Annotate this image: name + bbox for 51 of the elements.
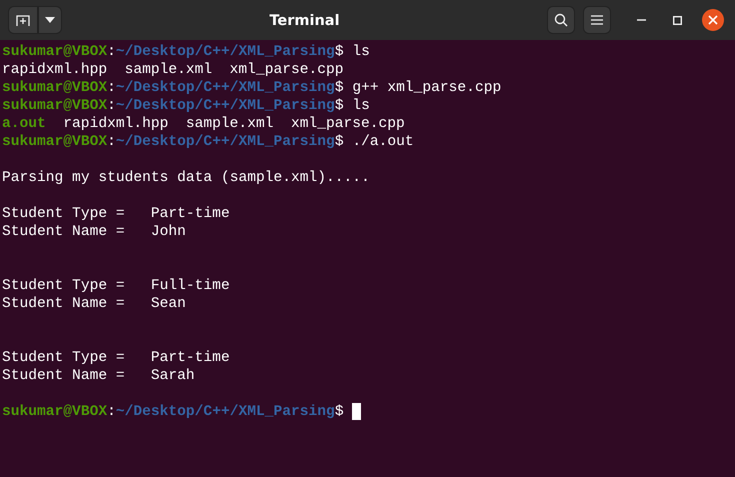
search-icon — [554, 13, 568, 27]
output-text: Student Name = John — [2, 224, 186, 240]
prompt-path: ~/Desktop/C++/XML_Parsing — [116, 404, 335, 420]
prompt-sign: $ — [334, 44, 344, 60]
prompt-separator: : — [107, 80, 116, 96]
output-text: Student Type = Part-time — [2, 350, 230, 366]
file-name: rapidxml.hpp — [2, 62, 108, 78]
command-text: ls — [351, 98, 370, 114]
prompt-path: ~/Desktop/C++/XML_Parsing — [116, 44, 335, 60]
new-tab-button[interactable] — [8, 6, 38, 34]
menu-icon — [591, 15, 603, 25]
window-title: Terminal — [269, 12, 340, 29]
minimize-icon — [636, 19, 646, 21]
caret-icon — [45, 17, 55, 23]
prompt-user: sukumar@VBOX — [2, 80, 108, 96]
prompt-separator: : — [107, 98, 116, 114]
output-text: Student Name = Sean — [2, 296, 186, 312]
prompt-user: sukumar@VBOX — [2, 44, 108, 60]
close-button[interactable] — [699, 6, 727, 34]
output-text: Student Name = Sarah — [2, 368, 195, 384]
close-icon — [702, 9, 724, 31]
output-text: Student Type = Part-time — [2, 206, 230, 222]
file-name: sample.xml — [186, 116, 274, 132]
prompt-separator: : — [107, 134, 116, 150]
prompt-sign: $ — [334, 404, 344, 420]
new-tab-icon — [16, 13, 30, 27]
prompt-separator: : — [107, 44, 116, 60]
file-name: sample.xml — [124, 62, 212, 78]
command-text: ls — [351, 44, 370, 60]
search-button[interactable] — [547, 6, 575, 34]
prompt-user: sukumar@VBOX — [2, 134, 108, 150]
file-name: xml_parse.cpp — [290, 116, 405, 132]
prompt-sign: $ — [334, 98, 344, 114]
prompt-separator: : — [107, 404, 116, 420]
prompt-path: ~/Desktop/C++/XML_Parsing — [116, 98, 335, 114]
prompt-user: sukumar@VBOX — [2, 98, 108, 114]
output-text: Student Type = Full-time — [2, 278, 230, 294]
menu-button[interactable] — [583, 6, 611, 34]
file-name: xml_parse.cpp — [230, 62, 344, 78]
prompt-sign: $ — [334, 134, 344, 150]
prompt-sign: $ — [334, 80, 344, 96]
tab-menu-button[interactable] — [38, 6, 62, 34]
prompt-user: sukumar@VBOX — [2, 404, 108, 420]
output-text: Parsing my students data (sample.xml)..... — [2, 170, 370, 186]
file-name: rapidxml.hpp — [63, 116, 168, 132]
maximize-icon — [672, 16, 682, 24]
prompt-path: ~/Desktop/C++/XML_Parsing — [116, 80, 335, 96]
executable-name: a.out — [2, 116, 46, 132]
command-text: g++ xml_parse.cpp — [351, 80, 502, 96]
command-text: ./a.out — [351, 134, 414, 150]
prompt-path: ~/Desktop/C++/XML_Parsing — [116, 134, 335, 150]
